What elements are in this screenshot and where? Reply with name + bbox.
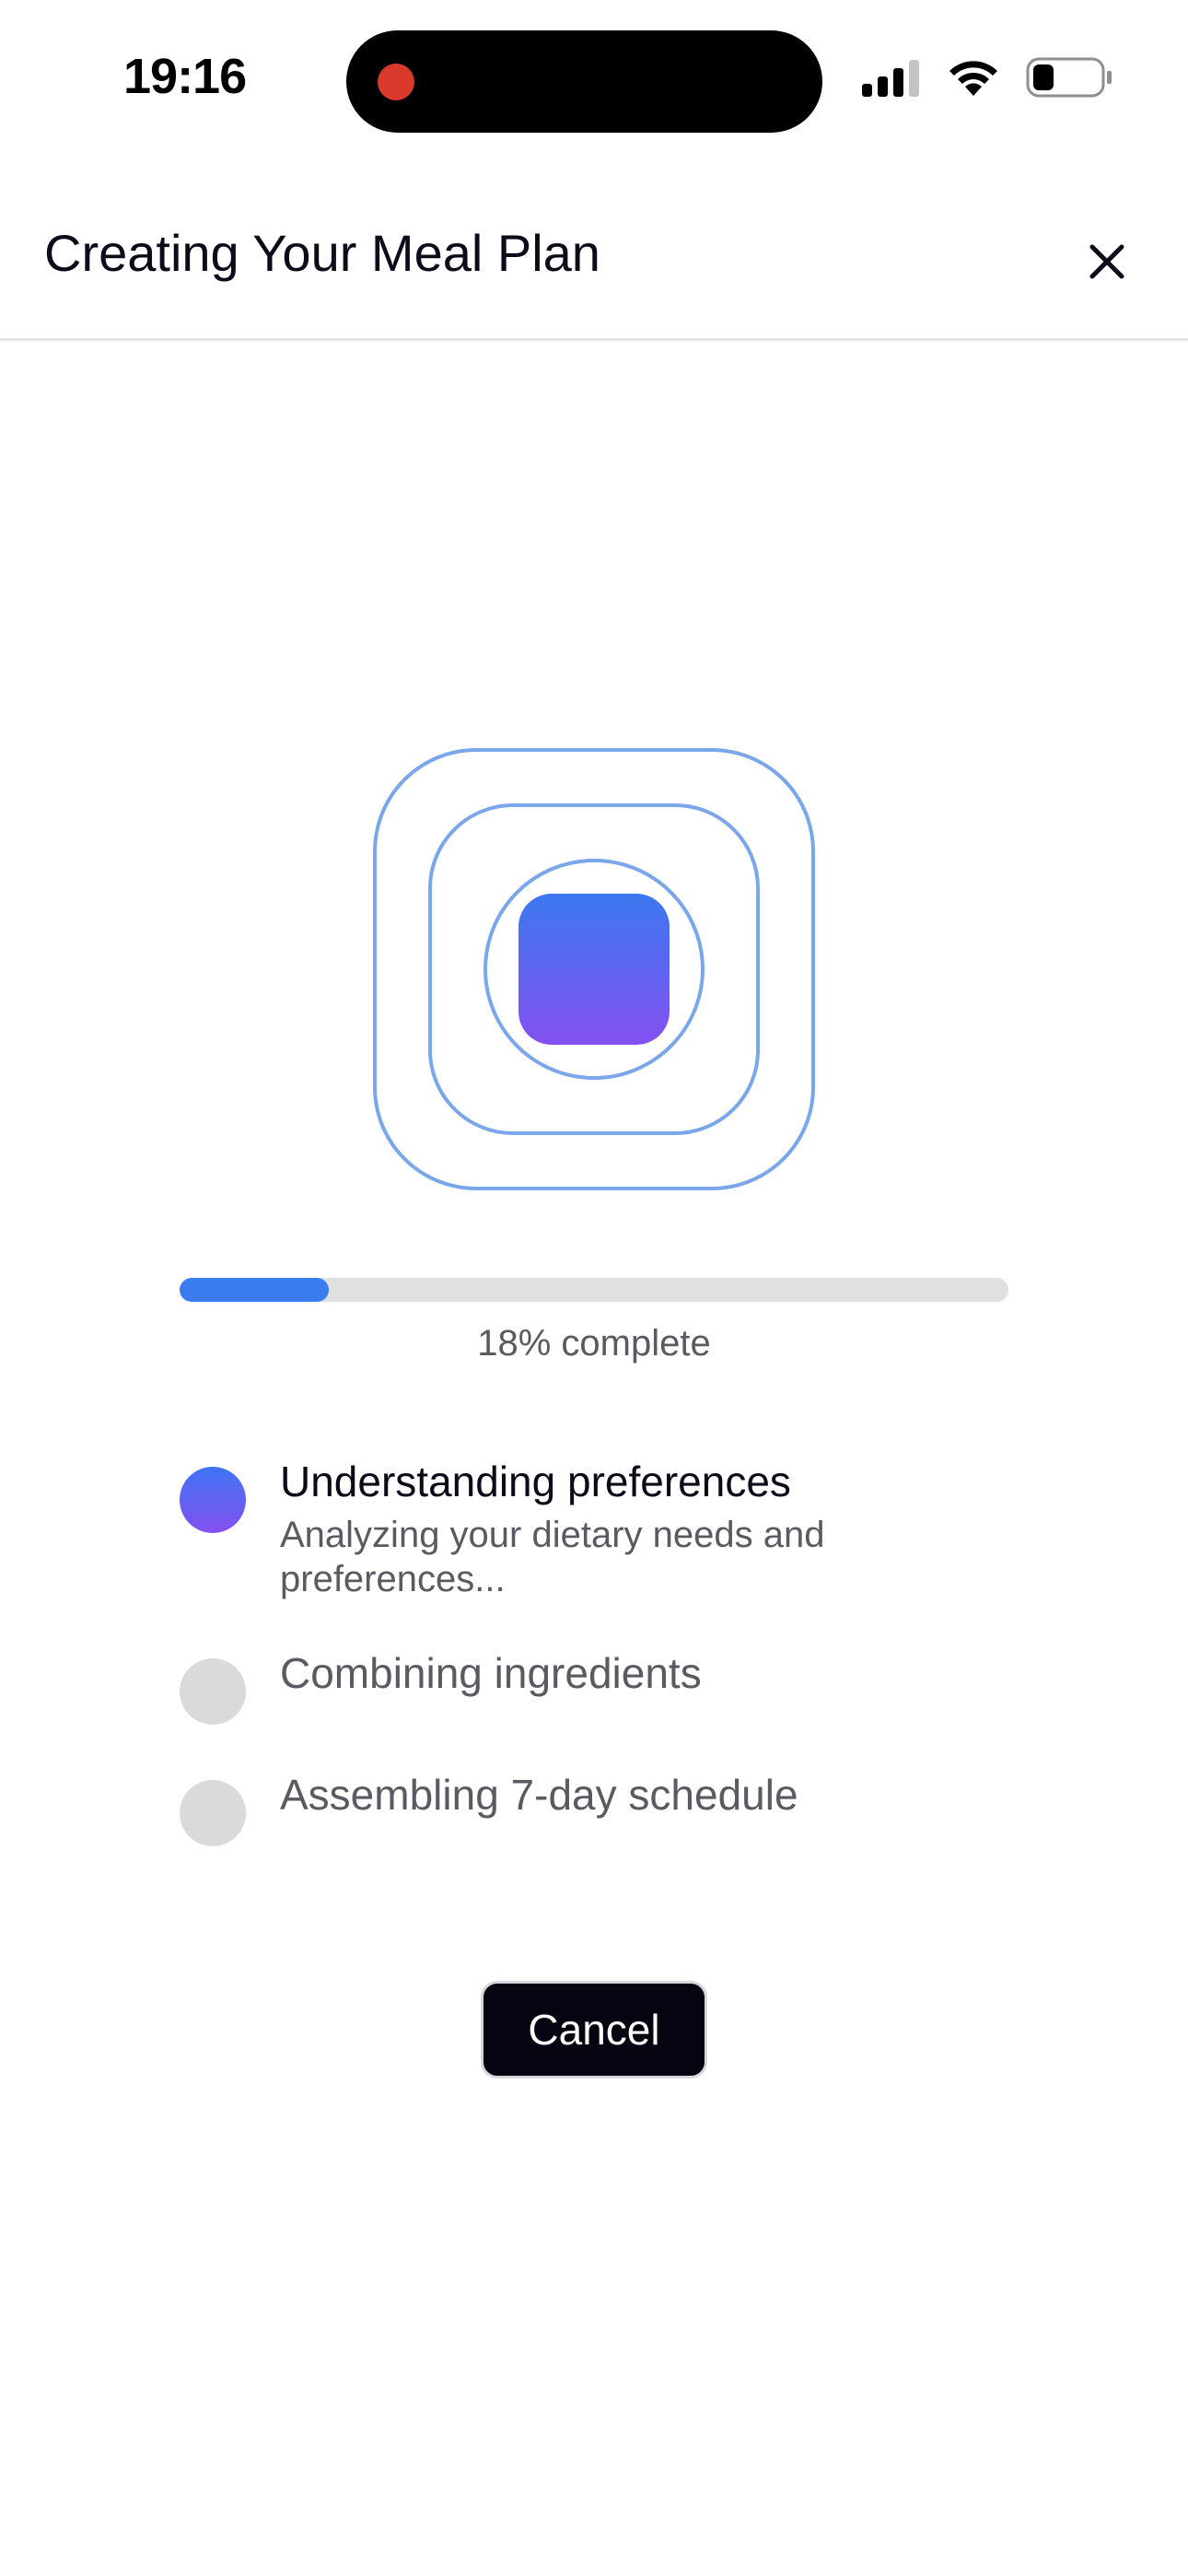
core-square bbox=[518, 894, 670, 1045]
step-combining-ingredients: Combining ingredients bbox=[180, 1647, 1008, 1769]
status-time: 19:16 bbox=[123, 49, 247, 104]
step-title: Combining ingredients bbox=[280, 1649, 702, 1697]
status-icons bbox=[862, 57, 1112, 98]
step-list: Understanding preferences Analyzing your… bbox=[180, 1456, 1008, 1861]
step-assembling-schedule: Assembling 7-day schedule bbox=[180, 1769, 1008, 1861]
battery-icon bbox=[1026, 57, 1112, 98]
page-title: Creating Your Meal Plan bbox=[44, 224, 600, 282]
status-bar: 19:16 bbox=[0, 0, 1188, 157]
step-title: Understanding preferences bbox=[280, 1458, 791, 1505]
header: Creating Your Meal Plan bbox=[0, 157, 1188, 341]
close-button[interactable] bbox=[1070, 225, 1144, 299]
cellular-signal-icon bbox=[862, 60, 919, 97]
step-status-dot bbox=[180, 1467, 246, 1533]
step-status-dot bbox=[180, 1658, 246, 1725]
step-status-dot bbox=[180, 1780, 246, 1846]
progress-bar bbox=[180, 1278, 1008, 1302]
step-description: Analyzing your dietary needs and prefere… bbox=[280, 1515, 825, 1599]
step-understanding-preferences: Understanding preferences Analyzing your… bbox=[180, 1456, 1008, 1647]
progress-label: 18% complete bbox=[477, 1323, 711, 1364]
close-icon bbox=[1089, 244, 1124, 279]
step-title: Assembling 7-day schedule bbox=[280, 1771, 798, 1819]
dynamic-island bbox=[346, 30, 822, 133]
generating-animation-icon bbox=[373, 748, 815, 1190]
progress-bar-fill bbox=[180, 1278, 329, 1302]
cancel-button[interactable]: Cancel bbox=[481, 1981, 707, 2078]
wifi-icon bbox=[949, 61, 997, 96]
recording-indicator-icon bbox=[378, 64, 414, 100]
